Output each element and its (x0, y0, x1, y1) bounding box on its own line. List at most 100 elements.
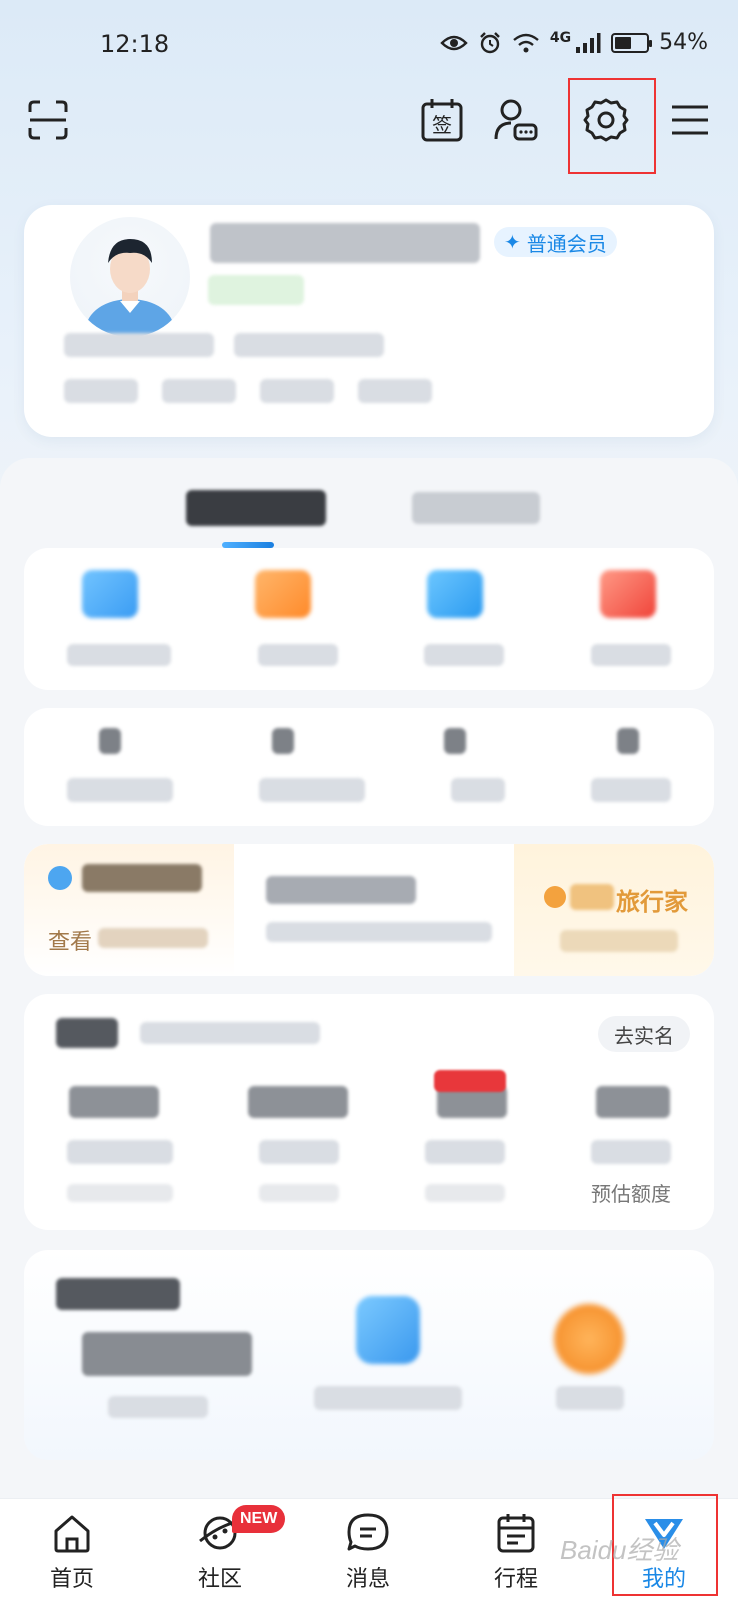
rewards-task-icon[interactable] (356, 1296, 420, 1364)
count-label-redacted-3 (451, 778, 505, 802)
member-promo-icon (48, 866, 72, 890)
all-orders-icon[interactable] (82, 570, 139, 618)
avatar-illustration (86, 239, 174, 337)
traveler-promo[interactable]: 旅行家 (514, 844, 714, 976)
traveler-sub-redacted (560, 930, 678, 952)
rewards-coin-label-redacted (556, 1386, 624, 1410)
rewards-title-redacted (56, 1278, 180, 1310)
pending-trip-icon[interactable] (427, 570, 484, 618)
order-shortcuts-card (24, 548, 714, 690)
rewards-points-label-redacted (108, 1396, 208, 1418)
credit-label-redacted-1 (67, 1140, 173, 1164)
rewards-task-label-redacted (314, 1386, 462, 1410)
real-name-button[interactable]: 去实名 (598, 1016, 690, 1052)
baidu-watermark: Baidu经验 (560, 1535, 679, 1565)
credit-values (24, 1086, 714, 1118)
status-time: 12:18 (100, 30, 170, 58)
nav-messages-label: 消息 (345, 1567, 390, 1592)
status-icons: 4G 54% (440, 30, 708, 55)
rewards-points-redacted (82, 1332, 252, 1376)
vip-icon: ✦ (504, 230, 521, 254)
shortcut-label-redacted-2 (257, 644, 338, 666)
tab-secondary-redacted[interactable] (412, 492, 540, 524)
main-panel: 查看 旅行家 去实名 预估额度 (0, 458, 738, 1498)
traveler-label: 旅行家 (616, 888, 688, 916)
nav-home-label: 首页 (49, 1567, 94, 1592)
battery-percent: 54% (659, 30, 708, 55)
scan-button[interactable] (18, 90, 78, 150)
credit-label-redacted-2 (259, 1140, 339, 1164)
shortcut-label-redacted-1 (67, 644, 172, 666)
count-label-redacted-2 (259, 778, 365, 802)
credit-value-redacted-2[interactable] (247, 1086, 348, 1118)
profile-stat-redacted-3 (260, 379, 334, 403)
nav-itinerary[interactable]: 行程 (466, 1511, 566, 1597)
tab-active-redacted[interactable] (186, 490, 326, 526)
profile-stat-redacted-4 (358, 379, 432, 403)
credit-hint-label: 预估额度 (591, 1182, 671, 1206)
vip-label: 普通会员 (526, 231, 607, 256)
count-value-redacted-2[interactable] (271, 728, 294, 754)
count-value-redacted-4[interactable] (616, 728, 639, 754)
credit-new-flag (434, 1070, 506, 1092)
counts-values (24, 728, 714, 754)
customer-service-button[interactable] (486, 90, 546, 150)
member-promo[interactable]: 查看 (24, 844, 234, 976)
community-new-badge: NEW (232, 1505, 286, 1533)
credit-subtitle-redacted (140, 1022, 320, 1044)
menu-button[interactable] (660, 90, 720, 150)
menu-icon (672, 105, 708, 135)
sign-in-button[interactable]: 签 (412, 90, 472, 150)
credit-hint-redacted-2 (259, 1183, 339, 1202)
counts-labels (24, 778, 714, 802)
sign-in-glyph: 签 (432, 113, 452, 137)
profile-stat-redacted-2 (162, 379, 236, 403)
nav-community-label: 社区 (197, 1567, 242, 1592)
credit-hint-redacted-3 (425, 1183, 505, 1202)
real-name-label: 去实名 (614, 1023, 674, 1048)
promo-card[interactable]: 查看 旅行家 (24, 844, 714, 976)
pending-payment-icon[interactable] (254, 570, 311, 618)
battery-icon (611, 32, 653, 53)
rewards-card (24, 1250, 714, 1460)
nav-messages[interactable]: 消息 (318, 1511, 418, 1597)
calendar-itinerary-icon (497, 1514, 535, 1553)
credit-label-redacted-4 (591, 1140, 671, 1164)
credit-title-redacted (56, 1018, 118, 1048)
credit-hint-redacted-1 (67, 1183, 173, 1202)
count-value-redacted-1[interactable] (99, 728, 122, 754)
count-label-redacted-1 (67, 778, 173, 802)
customer-service-icon (494, 99, 538, 141)
credit-labels (24, 1140, 714, 1164)
rewards-coin-icon[interactable] (554, 1304, 624, 1374)
profile-stat-redacted-1 (64, 379, 138, 403)
shortcut-label-redacted-4 (590, 644, 671, 666)
shortcut-label-redacted-3 (424, 644, 505, 666)
traveler-title-redacted (570, 884, 614, 910)
vip-badge[interactable]: ✦ 普通会员 (494, 227, 617, 257)
count-label-redacted-4 (591, 778, 671, 802)
message-icon (347, 1513, 389, 1551)
order-shortcuts-labels (24, 644, 714, 666)
credit-value-redacted-1[interactable] (68, 1086, 159, 1118)
nav-home[interactable]: 首页 (22, 1511, 122, 1597)
alarm-icon (480, 31, 500, 53)
order-shortcuts-icons (24, 570, 714, 618)
profile-info-redacted-1 (64, 333, 214, 357)
promo-middle-title-redacted (266, 876, 416, 904)
counts-card (24, 708, 714, 826)
credit-value-redacted-4[interactable] (595, 1086, 670, 1118)
member-promo-link-redacted (98, 928, 208, 948)
refund-icon[interactable] (599, 570, 656, 618)
nickname-redacted (210, 223, 480, 263)
level-badge-redacted (208, 275, 304, 305)
profile-card[interactable]: ✦ 普通会员 (24, 205, 714, 437)
avatar[interactable] (70, 217, 190, 337)
settings-highlight-box (568, 78, 656, 174)
tab-bar (0, 480, 738, 548)
count-value-redacted-3[interactable] (444, 728, 467, 754)
nav-itinerary-label: 行程 (493, 1567, 538, 1592)
member-promo-link[interactable]: 查看 (48, 924, 92, 956)
credit-hints: 预估额度 (24, 1178, 714, 1207)
scan-icon (28, 100, 68, 140)
